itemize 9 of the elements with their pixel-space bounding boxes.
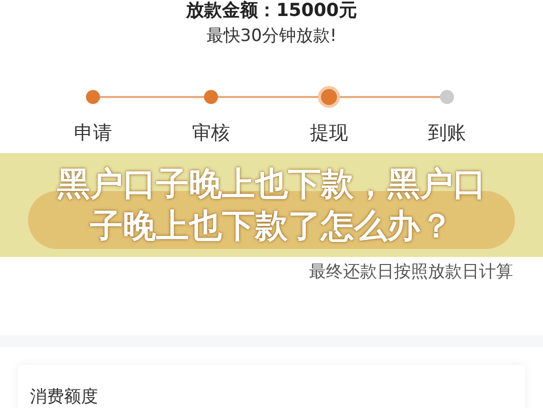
step-label: 提现: [310, 121, 348, 145]
overlay-title: 黑户口子晚上也下款，黑户口子晚上也下款了怎么办？: [56, 163, 487, 247]
card-title: 消费额度: [30, 386, 99, 408]
step-label: 申请: [74, 121, 112, 145]
amount-heading: 放款金额：15000元: [184, 1, 358, 21]
subtitle: 最快30分钟放款!: [205, 25, 338, 47]
step-label: 到账: [428, 121, 466, 145]
repayment-note: 最终还款日按照放款日计算: [308, 261, 514, 283]
step-label: 审核: [192, 121, 230, 145]
